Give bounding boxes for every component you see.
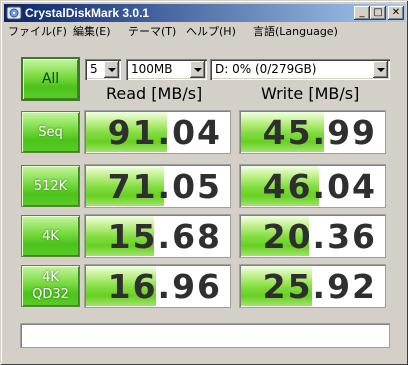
read-speed-value: 16.96 [107, 267, 222, 306]
minimize-button[interactable]: _ [354, 6, 370, 20]
menu-file[interactable]: ファイル(F) [6, 24, 69, 40]
write-column-header: Write [MB/s] [261, 84, 360, 103]
drive-select[interactable]: D: 0% (0/279GB) [210, 59, 390, 80]
read-speed-value: 15.68 [107, 217, 222, 256]
maximize-button[interactable]: □ [370, 6, 386, 20]
crystaldiskmark-app-icon [6, 6, 22, 20]
write-result-cell: 20.36 [239, 214, 386, 258]
test-button-label: 512K [33, 178, 68, 194]
write-speed-value: 46.04 [262, 167, 377, 206]
chevron-down-icon[interactable] [190, 61, 205, 78]
chevron-down-icon[interactable] [373, 61, 388, 78]
menu-language[interactable]: 言語(Language) [251, 24, 340, 40]
read-result-cell: 15.68 [84, 214, 231, 258]
test-button-0[interactable]: Seq [21, 111, 80, 153]
run-all-button[interactable]: All [21, 57, 80, 101]
title-bar[interactable]: CrystalDiskMark 3.0.1 _ □ ✕ [4, 4, 406, 22]
read-result-cell: 16.96 [84, 264, 231, 308]
close-button[interactable]: ✕ [388, 6, 404, 20]
read-column-header: Read [MB/s] [106, 84, 203, 103]
test-size-value: 100MB [131, 62, 173, 76]
write-result-cell: 45.99 [239, 110, 386, 154]
test-button-1[interactable]: 512K [21, 165, 80, 207]
write-speed-value: 20.36 [262, 217, 377, 256]
read-speed-value: 91.04 [107, 113, 222, 152]
drive-value: D: 0% (0/279GB) [215, 62, 317, 76]
window-title: CrystalDiskMark 3.0.1 [25, 6, 150, 20]
chevron-down-icon[interactable] [104, 61, 119, 78]
read-result-cell: 91.04 [84, 110, 231, 154]
run-all-label: All [41, 70, 60, 87]
write-result-cell: 46.04 [239, 164, 386, 208]
test-button-label: 4K [42, 228, 59, 244]
test-button-label: 4K QD32 [32, 270, 69, 302]
read-result-cell: 71.05 [84, 164, 231, 208]
test-count-select[interactable]: 5 [85, 59, 121, 80]
app-window: CrystalDiskMark 3.0.1 _ □ ✕ ファイル(F) 編集(E… [0, 0, 408, 365]
menu-theme[interactable]: テーマ(T) [126, 24, 178, 40]
test-button-3[interactable]: 4K QD32 [21, 265, 80, 307]
status-bar [20, 323, 390, 348]
write-speed-value: 25.92 [262, 267, 377, 306]
write-speed-value: 45.99 [262, 113, 377, 152]
test-button-2[interactable]: 4K [21, 215, 80, 257]
test-count-value: 5 [90, 62, 98, 76]
main-panel: All 5 100MB D: 0% (0/279GB) Read [MB/s] … [5, 43, 405, 362]
menu-edit[interactable]: 編集(E) [71, 24, 113, 40]
read-speed-value: 71.05 [107, 167, 222, 206]
write-result-cell: 25.92 [239, 264, 386, 308]
menu-bar: ファイル(F) 編集(E) テーマ(T) ヘルプ(H) 言語(Language) [4, 23, 406, 41]
test-button-label: Seq [38, 124, 63, 140]
test-size-select[interactable]: 100MB [126, 59, 207, 80]
menu-help[interactable]: ヘルプ(H) [184, 24, 238, 40]
